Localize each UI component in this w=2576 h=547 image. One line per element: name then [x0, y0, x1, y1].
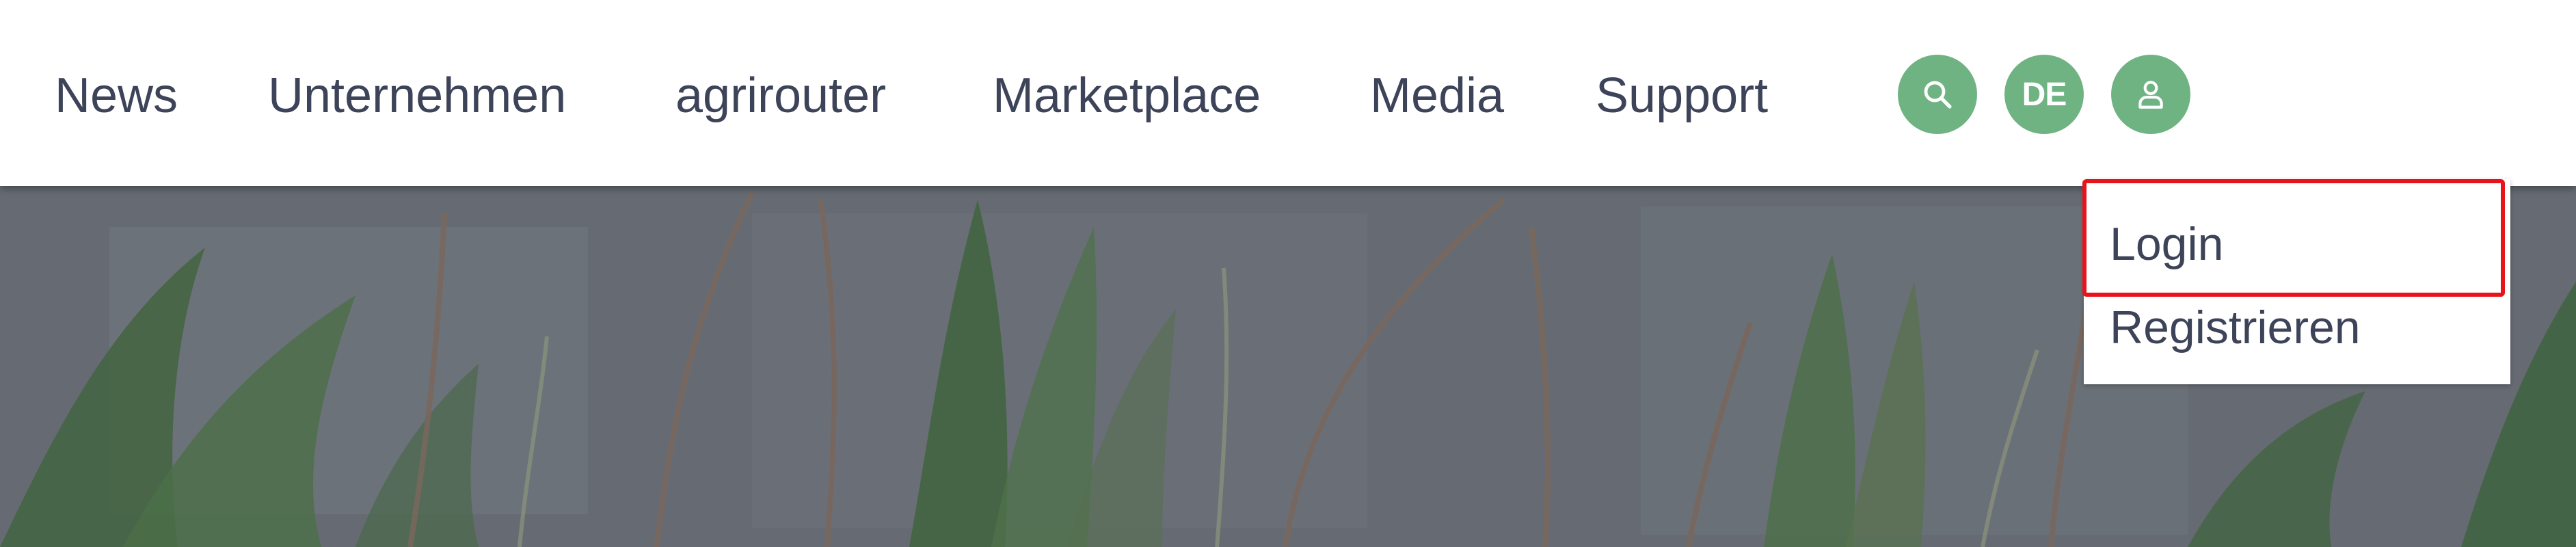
language-label: DE — [2022, 76, 2067, 113]
nav-item-support[interactable]: Support — [1596, 63, 1768, 129]
register-menu-item[interactable]: Registrieren — [2110, 297, 2361, 358]
search-icon — [1924, 81, 1952, 109]
nav-item-media[interactable]: Media — [1370, 63, 1504, 129]
login-menu-item[interactable]: Login — [2110, 213, 2223, 275]
user-account-button[interactable] — [2111, 55, 2190, 134]
nav-item-agrirouter[interactable]: agrirouter — [675, 63, 886, 129]
page: News Unternehmen agrirouter Marketplace … — [0, 0, 2576, 547]
user-icon — [2138, 81, 2163, 109]
site-header: News Unternehmen agrirouter Marketplace … — [0, 0, 2576, 186]
search-button[interactable] — [1898, 55, 1977, 134]
nav-item-news[interactable]: News — [55, 63, 178, 129]
nav-item-unternehmen[interactable]: Unternehmen — [268, 63, 566, 129]
user-dropdown-menu: Login Registrieren — [2084, 179, 2510, 384]
language-button[interactable]: DE — [2004, 55, 2084, 134]
nav-item-marketplace[interactable]: Marketplace — [993, 63, 1261, 129]
